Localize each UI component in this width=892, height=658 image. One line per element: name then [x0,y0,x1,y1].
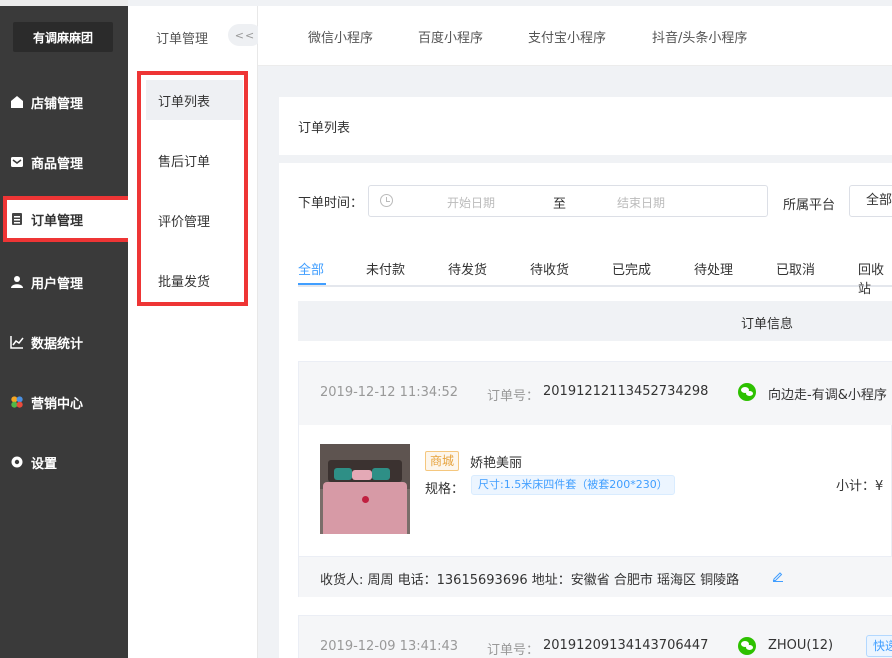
marketing-icon [10,395,24,409]
store-name: ZHOU(12) [768,638,834,653]
chart-icon [10,335,24,349]
sidebar-item-settings[interactable]: 设置 [0,440,128,484]
sidebar-item-store[interactable]: 店铺管理 [0,80,128,124]
wechat-icon [738,637,756,655]
tab-unpaid[interactable]: 未付款 [366,259,405,278]
sidebar-item-marketing[interactable]: 营销中心 [0,380,128,424]
tab-douyin[interactable]: 抖音/头条小程序 [652,27,747,46]
date-range-picker[interactable]: 开始日期 至 结束日期 [368,185,768,217]
product-image[interactable] [320,444,410,534]
sidebar-item-label: 营销中心 [31,396,84,412]
order-card: 2019-12-12 11:34:52 订单号： 201912121134527… [298,361,892,597]
receiver-bar: 收货人: 周周 电话：13615693696 地址：安徽省 合肥市 瑶海区 铜陵… [299,556,892,597]
order-time-label: 下单时间： [298,196,364,211]
sub-menu-highlight: 订单列表 售后订单 评价管理 批量发货 [137,71,248,306]
end-date-input[interactable]: 结束日期 [617,194,665,211]
user-icon [10,275,24,289]
range-separator: 至 [553,197,567,212]
order-time: 2019-12-09 13:41:43 [320,639,459,654]
mall-badge: 商城 [425,451,460,471]
store-icon [10,95,24,109]
product-name[interactable]: 娇艳美丽 [470,452,522,471]
order-time: 2019-12-12 11:34:52 [320,385,459,400]
tab-to-receive[interactable]: 待收货 [530,259,569,278]
sidebar-item-label: 用户管理 [31,276,84,292]
order-header: 2019-12-12 11:34:52 订单号： 201912121134527… [299,362,892,425]
tab-completed[interactable]: 已完成 [612,259,651,278]
sub-item-reviews[interactable]: 评价管理 [146,200,243,240]
tab-cancelled[interactable]: 已取消 [776,259,815,278]
sidebar-item-users[interactable]: 用户管理 [0,260,128,304]
sidebar-item-label: 商品管理 [31,156,84,172]
order-header: 2019-12-09 13:41:43 订单号： 201912091341437… [299,616,892,658]
platform-tabbar: 微信小程序 百度小程序 支付宝小程序 抖音/头条小程序 [258,6,892,66]
start-date-input[interactable]: 开始日期 [447,194,495,211]
tab-recycle[interactable]: 回收站 [858,259,892,297]
sub-item-batch-ship[interactable]: 批量发货 [146,260,243,300]
tab-all[interactable]: 全部 [298,259,324,278]
sub-sidebar-title: 订单管理 [156,32,209,47]
gear-icon [10,455,24,469]
subtotal: 小计：¥ [836,479,884,494]
tab-alipay[interactable]: 支付宝小程序 [528,27,606,46]
sidebar-item-label: 数据统计 [31,336,84,352]
tab-pending[interactable]: 待处理 [694,259,733,278]
order-number-label: 订单号： [487,389,540,404]
page-title: 订单列表 [279,97,892,155]
order-number: 20191212113452734298 [543,384,709,399]
store-name: 向边走-有调&小程序 [768,388,887,403]
order-number: 20191209134143706447 [543,638,709,653]
tab-to-ship[interactable]: 待发货 [448,259,487,278]
sidebar-item-goods[interactable]: 商品管理 [0,140,128,184]
platform-label: 所属平台 [783,198,836,213]
order-number-label: 订单号： [487,643,540,658]
edit-icon[interactable] [772,570,784,582]
goods-icon [10,155,24,169]
platform-select[interactable]: 全部 [849,185,892,217]
sidebar-item-orders[interactable]: 订单管理 [3,196,133,242]
sidebar-item-stats[interactable]: 数据统计 [0,320,128,364]
table-header: 订单信息 [298,301,892,341]
spec-tag: 尺寸:1.5米床四件套（被套200*230） [471,475,675,495]
receiver-info: 收货人: 周周 电话：13615693696 地址：安徽省 合肥市 瑶海区 铜陵… [320,573,740,588]
wechat-icon [738,383,756,401]
delivery-tag: 快递 [866,635,892,657]
order-card: 2019-12-09 13:41:43 订单号： 201912091341437… [298,615,892,658]
sidebar-item-label: 设置 [31,456,58,472]
tab-wechat[interactable]: 微信小程序 [308,27,373,46]
sub-sidebar: 订单管理 << 订单列表 售后订单 评价管理 批量发货 [128,6,262,658]
brand-logo[interactable]: 有调麻麻团 [13,22,113,52]
sub-item-order-list[interactable]: 订单列表 [146,80,243,120]
spec-label: 规格： [425,482,465,497]
sidebar-item-label: 店铺管理 [31,96,84,112]
order-panel: 下单时间： 开始日期 至 结束日期 所属平台 全部 全部 未付款 待发货 待收货… [279,163,892,658]
column-order-info: 订单信息 [741,317,794,332]
order-icon [10,212,24,226]
tab-baidu[interactable]: 百度小程序 [418,27,483,46]
clock-icon [380,194,393,207]
main-sidebar: 有调麻麻团 店铺管理 商品管理 订单管理 用户管理 数据统计 营销中心 设置 [0,0,133,658]
collapse-button[interactable]: << [228,24,262,46]
sub-item-after-sale[interactable]: 售后订单 [146,140,243,180]
sidebar-item-label: 订单管理 [31,213,84,229]
active-tab-indicator [298,283,326,285]
status-tabs: 全部 未付款 待发货 待收货 已完成 待处理 已取消 回收站 [298,251,892,297]
